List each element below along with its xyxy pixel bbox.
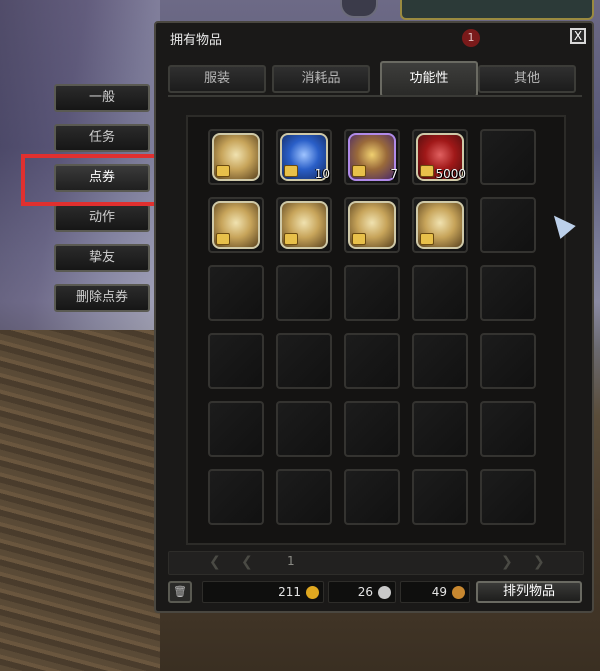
silver-value: 26 xyxy=(357,585,373,599)
inventory-slot[interactable] xyxy=(344,401,400,457)
last-page-icon[interactable]: ❯ xyxy=(533,554,545,570)
inventory-slot[interactable] xyxy=(480,469,536,525)
inventory-slot[interactable] xyxy=(412,265,468,321)
inventory-slot[interactable] xyxy=(276,469,332,525)
sort-items-button[interactable]: 排列物品 xyxy=(476,581,582,603)
item-count: 10 xyxy=(314,167,330,181)
inventory-slot[interactable] xyxy=(208,265,264,321)
inventory-slot[interactable] xyxy=(412,333,468,389)
first-page-icon[interactable]: ❮ xyxy=(209,554,221,570)
highlight-box xyxy=(21,154,173,206)
bag-icon[interactable] xyxy=(212,201,260,249)
inventory-slot[interactable] xyxy=(344,265,400,321)
prev-page-icon[interactable]: ❮ xyxy=(241,554,253,570)
gold-value: 211 xyxy=(278,585,301,599)
silver-coin-icon xyxy=(378,586,391,599)
bronze-currency: 49 xyxy=(400,581,470,603)
inventory-slot[interactable] xyxy=(276,333,332,389)
bottom-bar: 🗑 211 26 49 排列物品 xyxy=(168,579,582,605)
coin-icon[interactable]: 5000 xyxy=(416,133,466,181)
inventory-slot[interactable] xyxy=(480,129,536,185)
inventory-slot[interactable] xyxy=(480,333,536,389)
lock-icon xyxy=(284,233,298,245)
close-button[interactable]: X xyxy=(570,28,586,44)
gold-coin-icon xyxy=(306,586,319,599)
item-count: 7 xyxy=(390,167,398,181)
side-tab-friend[interactable]: 挚友 xyxy=(54,244,150,272)
inventory-slot[interactable] xyxy=(208,401,264,457)
lock-icon xyxy=(284,165,298,177)
inventory-slot[interactable]: 10 xyxy=(276,129,332,185)
lock-icon xyxy=(216,165,230,177)
ticket-icon[interactable]: 10 xyxy=(280,133,330,181)
page-number: 1 xyxy=(287,554,295,568)
inventory-slot[interactable]: 5000 xyxy=(412,129,468,185)
notification-badge: 1 xyxy=(462,29,480,47)
inventory-slot[interactable] xyxy=(208,197,264,253)
tab-consumable[interactable]: 消耗品 xyxy=(272,65,370,93)
inventory-slot[interactable] xyxy=(208,333,264,389)
trash-icon[interactable]: 🗑 xyxy=(168,581,192,603)
background-ground xyxy=(0,330,160,671)
side-tab-delete-cash[interactable]: 删除点券 xyxy=(54,284,150,312)
background-top-frame xyxy=(400,0,594,20)
inventory-slot[interactable] xyxy=(412,197,468,253)
lock-icon xyxy=(352,165,366,177)
mask-icon[interactable]: 7 xyxy=(348,133,398,181)
inventory-slot[interactable] xyxy=(480,401,536,457)
category-tabs: 服装 消耗品 功能性 其他 xyxy=(168,61,582,97)
bag-icon[interactable] xyxy=(280,201,328,249)
side-tab-action[interactable]: 动作 xyxy=(54,204,150,232)
gold-currency: 211 xyxy=(202,581,324,603)
inventory-slot[interactable] xyxy=(480,197,536,253)
inventory-slot[interactable] xyxy=(344,469,400,525)
window-title: 拥有物品 xyxy=(170,33,223,48)
tab-other[interactable]: 其他 xyxy=(478,65,576,93)
lock-icon xyxy=(420,165,434,177)
bag-icon[interactable] xyxy=(416,201,464,249)
bag-icon[interactable] xyxy=(348,201,396,249)
inventory-slot[interactable] xyxy=(276,197,332,253)
silver-currency: 26 xyxy=(328,581,396,603)
pager: ❮ ❮ 1 ❯ ❯ xyxy=(168,551,584,575)
background-emblem xyxy=(340,0,378,18)
bronze-coin-icon xyxy=(452,586,465,599)
inventory-slot[interactable]: 7 xyxy=(344,129,400,185)
tab-divider xyxy=(168,95,582,97)
inventory-slot[interactable] xyxy=(344,197,400,253)
bronze-value: 49 xyxy=(431,585,447,599)
item-grid: 10 7 5000 xyxy=(186,115,566,545)
inventory-slot[interactable] xyxy=(208,129,264,185)
inventory-slot[interactable] xyxy=(412,469,468,525)
next-page-icon[interactable]: ❯ xyxy=(501,554,513,570)
tab-functional[interactable]: 功能性 xyxy=(380,61,478,97)
lock-icon xyxy=(420,233,434,245)
inventory-window: 拥有物品 1 X 服装 消耗品 功能性 其他 10 7 5000 ❮ ❮ 1 ❯ ❯… xyxy=(154,21,594,613)
inventory-slot[interactable] xyxy=(344,333,400,389)
lock-icon xyxy=(352,233,366,245)
inventory-slot[interactable] xyxy=(480,265,536,321)
bag-icon[interactable] xyxy=(212,133,260,181)
side-tab-general[interactable]: 一般 xyxy=(54,84,150,112)
item-count: 5000 xyxy=(435,167,466,181)
inventory-slot[interactable] xyxy=(276,265,332,321)
inventory-slot[interactable] xyxy=(276,401,332,457)
inventory-slot[interactable] xyxy=(412,401,468,457)
tab-costume[interactable]: 服装 xyxy=(168,65,266,93)
lock-icon xyxy=(216,233,230,245)
inventory-slot[interactable] xyxy=(208,469,264,525)
side-tab-quest[interactable]: 任务 xyxy=(54,124,150,152)
